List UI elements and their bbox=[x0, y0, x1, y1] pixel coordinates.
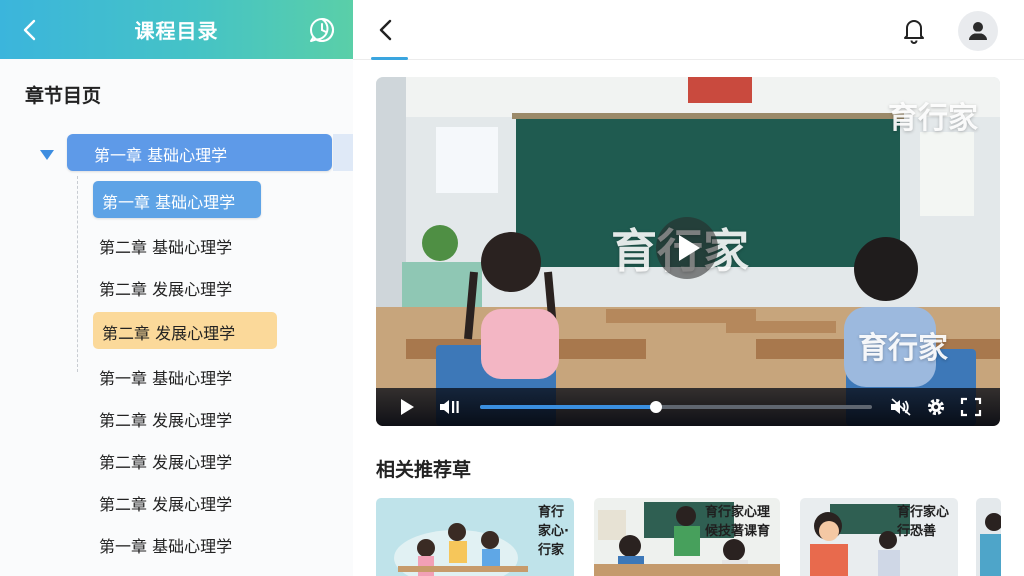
chapter-item-selected[interactable]: 第一章 基础心理学 bbox=[93, 181, 261, 218]
sidebar-title: 课程目录 bbox=[134, 19, 219, 43]
card-caption: 家心· bbox=[538, 524, 569, 539]
chapter-item[interactable]: 第二章 发展心理学 bbox=[93, 483, 232, 520]
video-controls bbox=[376, 388, 1000, 426]
gear-icon[interactable] bbox=[925, 397, 947, 417]
related-card[interactable]: 育行 家心· 行家 bbox=[376, 498, 574, 576]
card-thumbnail bbox=[976, 498, 1001, 576]
chapter-item[interactable]: 第二章 基础心理学 bbox=[93, 226, 232, 263]
card-caption: 育行家心理 bbox=[705, 505, 771, 520]
chapter-item[interactable]: 第二章 发展心理学 bbox=[93, 268, 232, 305]
card-caption: 行家 bbox=[538, 543, 565, 558]
related-section-title: 相关推荐草 bbox=[376, 459, 472, 481]
progress-fill bbox=[480, 405, 657, 409]
card-caption: 育行家心 bbox=[897, 505, 950, 520]
back-underline bbox=[371, 57, 408, 60]
card-caption: 育行 bbox=[538, 505, 565, 520]
sidebar-header: 课程目录 bbox=[0, 0, 353, 59]
chapter-item[interactable]: 第二章 发展心理学 bbox=[93, 399, 232, 436]
user-avatar-icon[interactable] bbox=[958, 11, 998, 51]
top-bar bbox=[353, 0, 1024, 60]
play-button[interactable] bbox=[656, 217, 718, 279]
watermark-text: 育行家 bbox=[888, 101, 978, 136]
chat-clock-icon[interactable] bbox=[306, 14, 338, 46]
main-content: 育行家 育行家 育行家 bbox=[353, 0, 1024, 576]
card-caption: 候技著课育 bbox=[705, 524, 771, 539]
card-caption: 行恐善 bbox=[897, 524, 937, 539]
progress-bar[interactable] bbox=[480, 401, 872, 413]
volume-mute-icon[interactable] bbox=[889, 397, 911, 417]
play-icon[interactable] bbox=[396, 397, 418, 417]
fullscreen-icon[interactable] bbox=[960, 397, 982, 417]
related-card[interactable] bbox=[976, 498, 1001, 576]
chapter-item[interactable]: 第二章 发展心理学 bbox=[93, 441, 232, 478]
video-player[interactable]: 育行家 育行家 育行家 bbox=[376, 77, 1000, 426]
tree-connector bbox=[77, 176, 78, 372]
back-icon[interactable] bbox=[370, 14, 400, 46]
related-card[interactable]: 育行家心理 候技著课育 bbox=[594, 498, 780, 576]
volume-icon[interactable] bbox=[438, 397, 460, 417]
chapter-root-item[interactable]: 第一章 基础心理学 bbox=[67, 134, 332, 171]
chapter-item[interactable]: 第一章 基础心理学 bbox=[93, 357, 232, 394]
chapter-list-heading: 章节目页 bbox=[25, 85, 102, 107]
related-card[interactable]: 育行家心 行恐善 bbox=[800, 498, 958, 576]
chapter-item[interactable]: 第一章 基础心理学 bbox=[93, 525, 232, 562]
watermark-text: 育行家 bbox=[858, 331, 948, 366]
chapter-item-highlighted[interactable]: 第二章 发展心理学 bbox=[93, 312, 277, 349]
caret-down-icon[interactable] bbox=[38, 147, 56, 161]
bell-icon[interactable] bbox=[899, 15, 929, 45]
chapter-root-highlight bbox=[333, 134, 353, 171]
progress-handle[interactable] bbox=[650, 401, 663, 413]
course-catalog-sidebar: 课程目录 章节目页 第一章 基础心理学 第一章 基础心理学 第二章 基础心理学 … bbox=[0, 0, 353, 576]
